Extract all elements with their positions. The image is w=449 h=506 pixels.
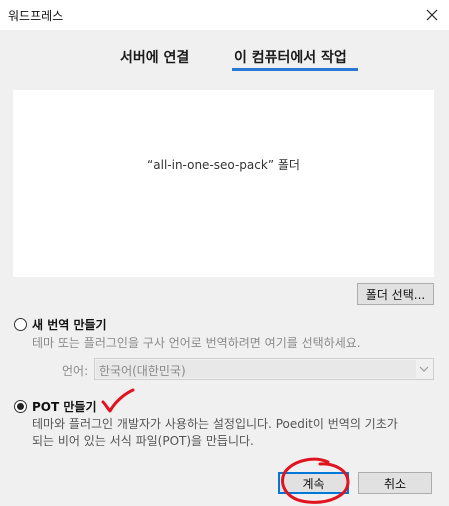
- radio-new-translation[interactable]: 새 번역 만들기: [14, 316, 107, 333]
- title-bar: 워드프레스: [0, 0, 449, 30]
- language-select[interactable]: 한국어(대한민국): [94, 358, 434, 380]
- folder-preview-panel: “all-in-one-seo-pack” 폴더: [13, 90, 434, 277]
- chevron-down-icon: [415, 359, 433, 379]
- radio-new-translation-label: 새 번역 만들기: [32, 318, 107, 332]
- close-button[interactable]: [415, 0, 449, 30]
- create-pot-description-line1: 테마와 플러그인 개발자가 사용하는 설정입니다. Poedit이 번역의 기초…: [32, 417, 398, 431]
- language-label: 언어:: [62, 364, 89, 378]
- folder-name-text: “all-in-one-seo-pack” 폴더: [147, 158, 300, 172]
- create-pot-description-line2: 되는 비어 있는 서식 파일(POT)을 만듭니다.: [32, 434, 254, 448]
- radio-create-pot-circle[interactable]: [14, 400, 27, 413]
- tab-work-local[interactable]: 이 컴퓨터에서 작업: [234, 47, 347, 67]
- select-folder-button[interactable]: 폴더 선택...: [357, 283, 434, 305]
- close-icon: [426, 9, 438, 21]
- continue-button[interactable]: 계속: [278, 472, 349, 494]
- cancel-button[interactable]: 취소: [358, 472, 432, 494]
- language-select-value: 한국어(대한민국): [99, 364, 186, 378]
- radio-new-translation-circle[interactable]: [14, 318, 27, 331]
- active-tab-indicator: [232, 68, 358, 71]
- tab-bar: 서버에 연결 이 컴퓨터에서 작업: [0, 30, 449, 71]
- window-title: 워드프레스: [8, 9, 64, 23]
- checkmark-annotation-icon: [101, 388, 135, 413]
- radio-create-pot-label: POT 만들기: [32, 400, 97, 414]
- new-translation-description: 테마 또는 플러그인을 구사 언어로 번역하려면 여기를 선택하세요.: [32, 336, 361, 350]
- radio-create-pot[interactable]: POT 만들기: [14, 398, 96, 415]
- tab-connect-server[interactable]: 서버에 연결: [120, 47, 189, 67]
